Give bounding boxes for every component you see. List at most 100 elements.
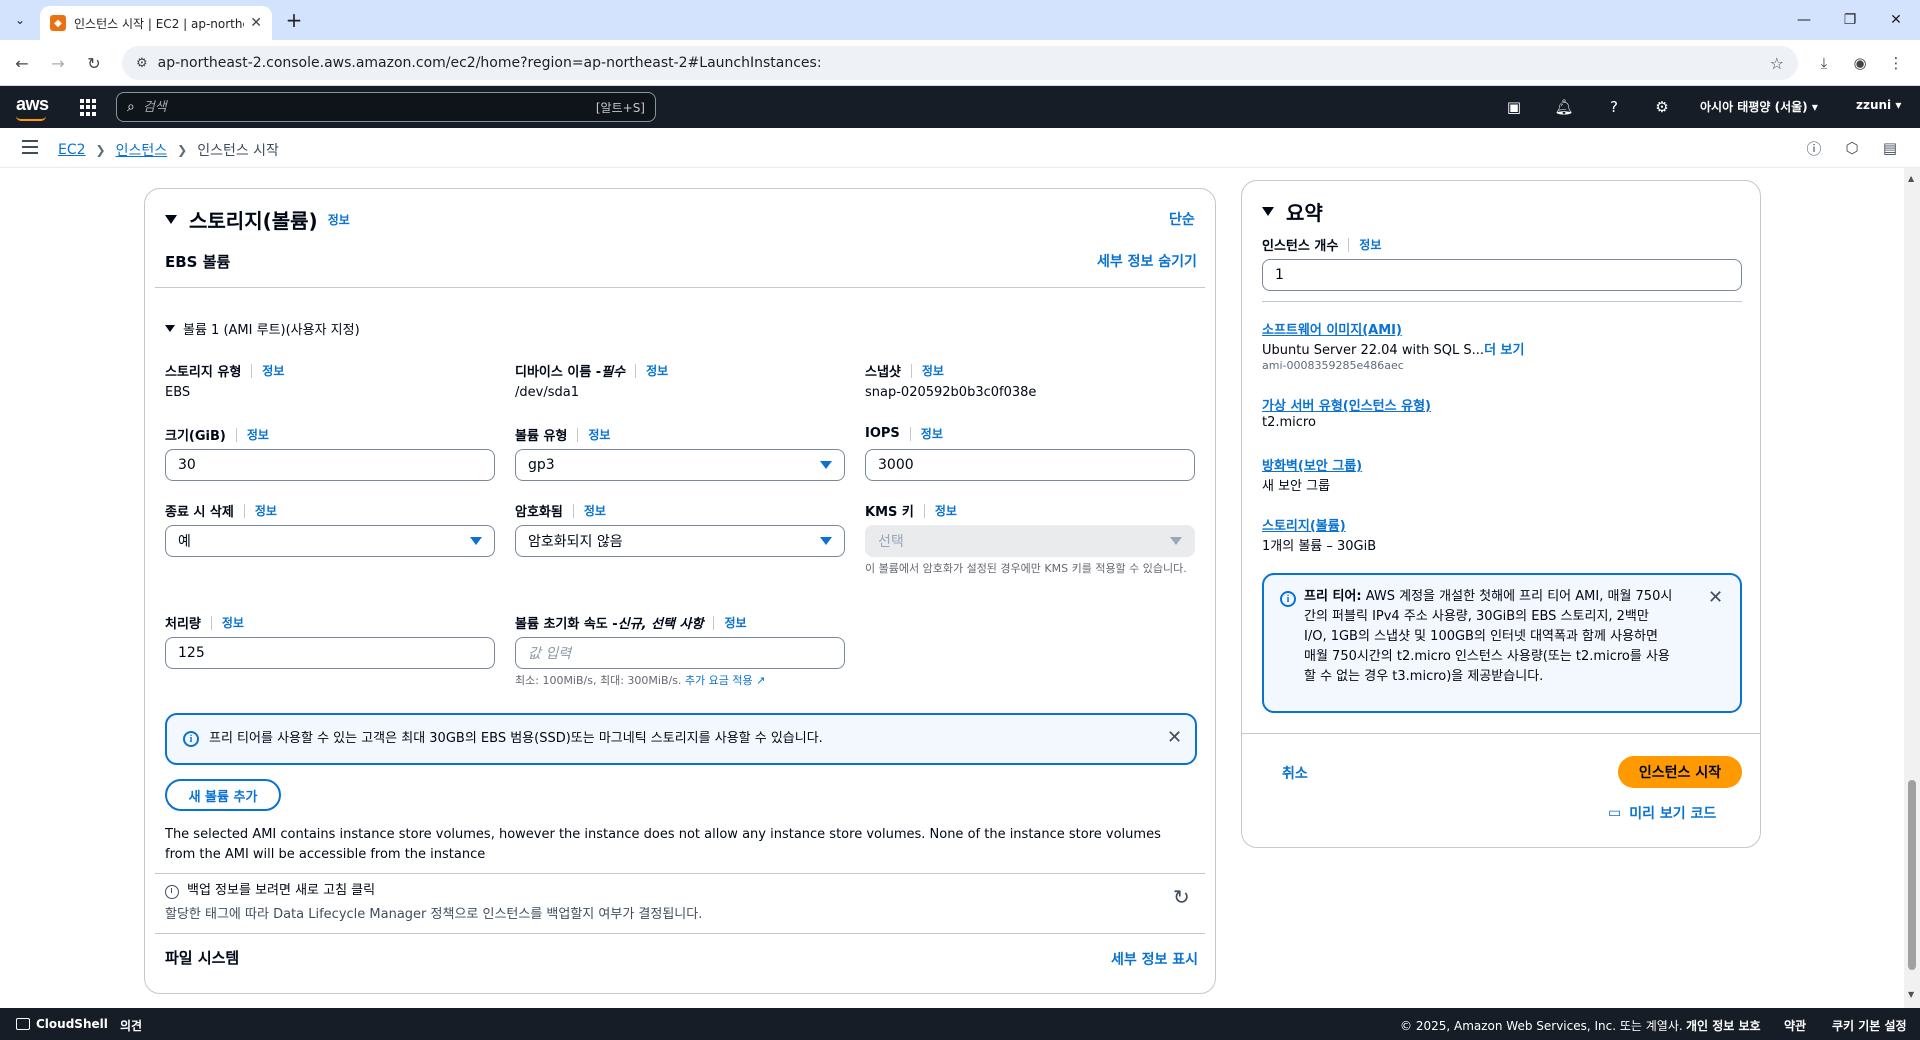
instance-type-link[interactable]: 가상 서버 유형(인스턴스 유형) <box>1262 395 1431 414</box>
help-icon[interactable]: ? <box>1604 97 1624 117</box>
iops-info-link[interactable]: 정보 <box>921 425 943 442</box>
volume-type-select[interactable]: gp3 <box>515 449 845 481</box>
snapshot-label-text: 스냅샷 <box>865 365 901 380</box>
kms-key-label-text: KMS 키 <box>865 505 914 520</box>
services-grid-icon[interactable] <box>80 99 97 116</box>
url-text: ap-northeast-2.console.aws.amazon.com/ec… <box>157 55 822 71</box>
privacy-link[interactable]: 개인 정보 보호 <box>1686 1017 1761 1034</box>
preview-code-button[interactable]: ▭ 미리 보기 코드 <box>1608 803 1716 823</box>
encrypted-info-link[interactable]: 정보 <box>584 502 606 519</box>
new-tab-icon[interactable]: + <box>282 8 306 32</box>
menu-hamburger-icon[interactable] <box>22 140 38 154</box>
free-tier-storage-alert: i 프리 티어를 사용할 수 있는 고객은 최대 30GB의 EBS 범용(SS… <box>165 713 1197 765</box>
volume-1-header[interactable]: 볼륨 1 (AMI 루트)(사용자 지정) <box>165 319 360 338</box>
reload-icon[interactable]: ↻ <box>82 51 106 75</box>
storage-summary-link[interactable]: 스토리지(볼륨) <box>1262 515 1346 534</box>
more-menu-icon[interactable]: ⋮ <box>1884 51 1908 75</box>
summary-header[interactable]: 요약 <box>1262 197 1323 226</box>
caret-down-icon <box>1170 537 1182 545</box>
cloudshell-link[interactable]: CloudShell <box>16 1017 108 1031</box>
terms-link[interactable]: 약관 <box>1784 1017 1806 1034</box>
free-tier-summary-alert: i 프리 티어: AWS 계정을 개설한 첫해에 프리 티어 AMI, 매월 7… <box>1262 573 1742 713</box>
url-field[interactable]: ⚙ ap-northeast-2.console.aws.amazon.com/… <box>122 46 1798 80</box>
snapshot-info-link[interactable]: 정보 <box>922 362 944 379</box>
account-menu[interactable]: zzuni ▾ <box>1856 98 1901 112</box>
cancel-button[interactable]: 취소 <box>1282 763 1308 783</box>
security-panel-icon[interactable]: ⬡ <box>1842 138 1862 158</box>
init-rate-info-link[interactable]: 정보 <box>724 614 746 631</box>
size-info-link[interactable]: 정보 <box>247 426 269 443</box>
size-label-text: 크기(GiB) <box>165 429 226 444</box>
bookmark-star-icon[interactable]: ☆ <box>1770 54 1784 73</box>
device-name-value: /dev/sda1 <box>515 385 579 400</box>
encrypted-label: 암호화됨 정보 <box>515 501 606 520</box>
storage-info-link[interactable]: 정보 <box>328 211 350 228</box>
volume-type-info-link[interactable]: 정보 <box>588 426 610 443</box>
kms-key-info-link[interactable]: 정보 <box>935 502 957 519</box>
minimize-icon[interactable]: — <box>1784 8 1824 32</box>
scroll-thumb[interactable] <box>1908 780 1916 970</box>
search-input[interactable] <box>142 99 596 115</box>
close-tab-icon[interactable]: ✕ <box>250 15 262 31</box>
instance-count-info-link[interactable]: 정보 <box>1359 236 1381 253</box>
cookie-preferences-link[interactable]: 쿠키 기본 설정 <box>1832 1017 1907 1034</box>
breadcrumb-ec2[interactable]: EC2 <box>58 142 86 158</box>
feedback-link[interactable]: 의견 <box>120 1017 142 1034</box>
browser-tab[interactable]: ◆ 인스턴스 시작 | EC2 | ap-northeast-2 ✕ <box>40 6 272 40</box>
forward-icon[interactable]: → <box>46 51 70 75</box>
close-window-icon[interactable]: ✕ <box>1876 8 1916 32</box>
page-scrollbar[interactable]: ▲ ▼ <box>1904 168 1920 1008</box>
breadcrumb-instances[interactable]: 인스턴스 <box>116 140 168 160</box>
settings-gear-icon[interactable]: ⚙ <box>1652 97 1672 117</box>
aws-logo[interactable]: aws <box>16 94 49 115</box>
launch-instance-button[interactable]: 인스턴스 시작 <box>1618 756 1742 788</box>
terminal-icon <box>16 1017 30 1030</box>
region-selector[interactable]: 아시아 태평양 (서울) ▾ <box>1700 98 1818 115</box>
tab-search-icon[interactable]: ⌄ <box>8 8 32 32</box>
site-info-icon[interactable]: ⚙ <box>136 56 148 71</box>
notifications-bell-icon[interactable]: 🔔︎ <box>1554 97 1574 117</box>
iops-input[interactable]: 3000 <box>865 449 1195 481</box>
simple-view-link[interactable]: 단순 <box>1169 209 1195 229</box>
volume-type-label: 볼륨 유형 정보 <box>515 425 610 444</box>
throughput-info-link[interactable]: 정보 <box>222 614 244 631</box>
device-name-info-link[interactable]: 정보 <box>646 362 668 379</box>
download-icon[interactable]: ⤓ <box>1812 51 1836 75</box>
snapshot-value: snap-020592b0b3c0f038e <box>865 385 1037 400</box>
back-icon[interactable]: ← <box>10 51 34 75</box>
ami-link[interactable]: 소프트웨어 이미지(AMI) <box>1262 319 1402 338</box>
throughput-label-text: 처리량 <box>165 617 201 632</box>
close-icon[interactable]: ✕ <box>1167 727 1182 748</box>
ami-more-link[interactable]: 더 보기 <box>1484 343 1524 358</box>
show-details-link[interactable]: 세부 정보 표시 <box>1111 949 1198 969</box>
aws-search-box[interactable]: ⌕ [알트+S] <box>116 92 656 122</box>
firewall-link[interactable]: 방화벽(보안 그룹) <box>1262 455 1362 474</box>
info-panel-icon[interactable]: ⓘ <box>1804 138 1824 158</box>
free-tier-summary-text: 프리 티어: AWS 계정을 개설한 첫해에 프리 티어 AMI, 매월 750… <box>1304 587 1694 687</box>
throughput-input[interactable]: 125 <box>165 637 495 669</box>
encrypted-select[interactable]: 암호화되지 않음 <box>515 525 845 557</box>
close-icon[interactable]: ✕ <box>1708 587 1723 608</box>
scroll-up-icon[interactable]: ▲ <box>1908 174 1914 183</box>
restore-icon[interactable]: ❐ <box>1830 8 1870 32</box>
instance-count-label-text: 인스턴스 개수 <box>1262 239 1339 254</box>
browser-tab-bar: ⌄ ◆ 인스턴스 시작 | EC2 | ap-northeast-2 ✕ + —… <box>0 0 1920 40</box>
hide-details-link[interactable]: 세부 정보 숨기기 <box>1097 251 1197 271</box>
feedback-panel-icon[interactable]: ▤ <box>1880 138 1900 158</box>
storage-type-info-link[interactable]: 정보 <box>262 362 284 379</box>
info-icon: i <box>183 731 199 747</box>
firewall-value: 새 보안 그룹 <box>1262 479 1331 494</box>
scroll-down-icon[interactable]: ▼ <box>1908 990 1914 999</box>
clock-icon <box>165 885 179 899</box>
storage-header[interactable]: 스토리지(볼륨) 정보 <box>165 205 350 234</box>
delete-on-termination-select[interactable]: 예 <box>165 525 495 557</box>
delete-on-termination-info-link[interactable]: 정보 <box>255 502 277 519</box>
init-rate-input[interactable]: 값 입력 <box>515 637 845 669</box>
refresh-icon[interactable]: ↻ <box>1173 885 1190 909</box>
cloudshell-icon[interactable]: ▣ <box>1504 97 1524 117</box>
instance-count-input[interactable]: 1 <box>1262 259 1742 291</box>
profile-icon[interactable]: ◉ <box>1848 51 1872 75</box>
extra-charges-link[interactable]: 추가 요금 적용 <box>685 674 753 687</box>
size-input[interactable]: 30 <box>165 449 495 481</box>
add-volume-button[interactable]: 새 볼륨 추가 <box>165 779 281 811</box>
